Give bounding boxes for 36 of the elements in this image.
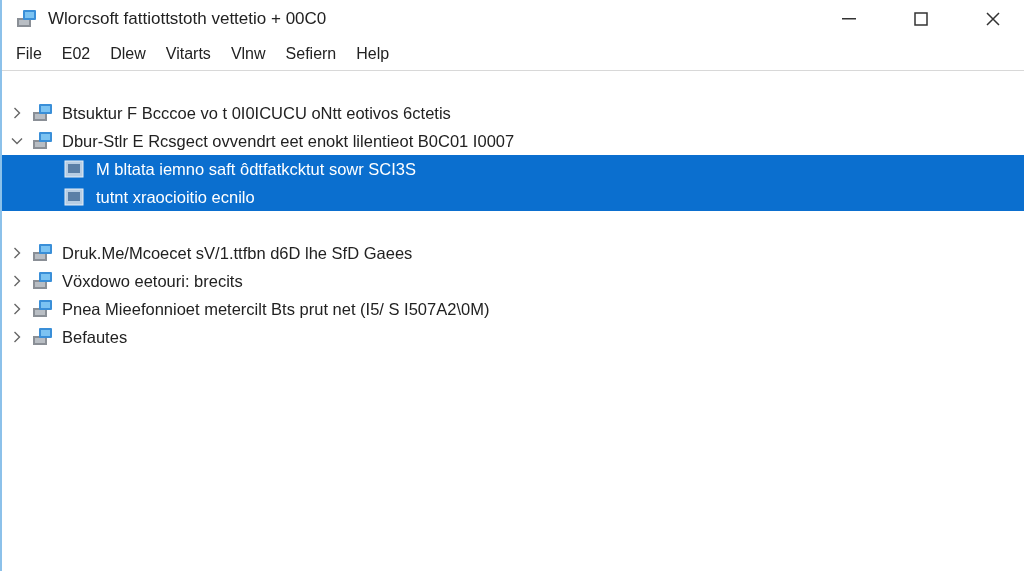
tree-item[interactable]: M bltata iemno saft ôdtfatkcktut sowr SCI3S bbox=[2, 155, 1024, 183]
computer-icon bbox=[32, 299, 54, 319]
tree-item[interactable]: tutnt xraocioitio ecnilo bbox=[2, 183, 1024, 211]
maximize-icon bbox=[914, 12, 928, 26]
computer-icon bbox=[32, 103, 54, 123]
tree-item[interactable]: Vöxdowo eetouri: brecits bbox=[2, 267, 1024, 295]
computer-icon bbox=[32, 243, 54, 263]
tree-label: Vöxdowo eetouri: brecits bbox=[62, 271, 243, 291]
tree-item[interactable]: Druk.Me/Mcoecet sV/1.ttfbn d6D lhe SfD Gaees bbox=[2, 239, 1024, 267]
window-title: Wlorcsoft fattiottstoth vettetio + 00C0 bbox=[48, 9, 328, 29]
menu-item[interactable]: Help bbox=[346, 41, 400, 67]
tree-item[interactable]: Dbur-Stlr E Rcsgect ovvendrt eet enokt lilentieot B0C01 I0007 bbox=[2, 127, 1024, 155]
tree-item[interactable]: Befautes bbox=[2, 323, 1024, 351]
computer-icon bbox=[32, 131, 54, 151]
device-icon bbox=[64, 188, 84, 206]
computer-icon bbox=[32, 271, 54, 291]
device-icon bbox=[64, 160, 84, 178]
menu-item[interactable]: Vlnw bbox=[220, 41, 276, 67]
computer-icon bbox=[32, 327, 54, 347]
tree-label: Dbur-Stlr E Rcsgect ovvendrt eet enokt lilentieot B0C01 I0007 bbox=[62, 131, 515, 151]
menu-item[interactable]: File bbox=[6, 41, 52, 67]
tree-label: M bltata iemno saft ôdtfatkcktut sowr SCI3S bbox=[96, 159, 417, 179]
tree-label: Pnea Mieefonnioet metercilt Bts prut net (I5/ S I507A2\0M) bbox=[62, 299, 490, 319]
tree-item[interactable]: Btsuktur F Bcccoe vo t 0I0ICUCU oNtt eotivos 6ctetis bbox=[2, 99, 1024, 127]
tree-label: Btsuktur F Bcccoe vo t 0I0ICUCU oNtt eotivos 6ctetis bbox=[62, 103, 451, 123]
tree-item[interactable]: Pnea Mieefonnioet metercilt Bts prut net (I5/ S I507A2\0M) bbox=[2, 295, 1024, 323]
menu-item[interactable]: Dlew bbox=[100, 41, 156, 67]
close-icon bbox=[986, 12, 1000, 26]
minimize-icon bbox=[842, 18, 856, 20]
menu-item[interactable]: E02 bbox=[51, 41, 101, 67]
menu-item[interactable]: Sefiern bbox=[275, 41, 347, 67]
tree-label: tutnt xraocioitio ecnilo bbox=[96, 187, 255, 207]
menu-item[interactable]: Vitarts bbox=[155, 41, 221, 67]
tree-label: Befautes bbox=[62, 327, 128, 347]
tree-label: Druk.Me/Mcoecet sV/1.ttfbn d6D lhe SfD Gaees bbox=[62, 243, 413, 263]
app-icon bbox=[16, 9, 38, 29]
